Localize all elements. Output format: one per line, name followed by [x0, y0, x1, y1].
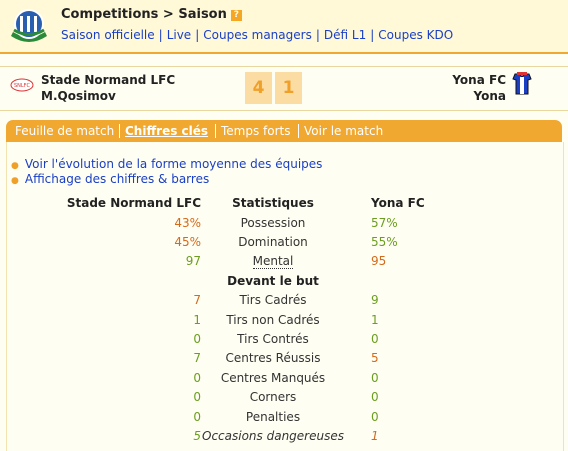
stat-label: Penalties	[245, 410, 301, 424]
nav-link-coupes-kdo[interactable]: Coupes KDO	[378, 28, 453, 42]
tab-voir-le-match[interactable]: Voir le match	[304, 124, 383, 138]
stat-label: Tirs Contrés	[237, 332, 309, 346]
tab-chiffres-cles[interactable]: Chiffres clés	[125, 124, 208, 138]
stat-row-possession: 43% Possession 57%	[0, 216, 568, 235]
breadcrumb: Competitions > Saison	[61, 7, 227, 22]
away-value: 0	[371, 332, 379, 346]
page-title: Competitions > Saison?	[61, 7, 242, 22]
stat-row-tirs-contres: 0 Tirs Contrés 0	[0, 332, 568, 351]
stat-row-corners: 0 Corners 0	[0, 390, 568, 409]
mental-tooltip-label[interactable]: Mental	[252, 254, 294, 269]
home-value: 45%	[174, 235, 201, 249]
stat-label: Possession	[240, 216, 306, 230]
away-manager-name[interactable]: Yona	[474, 89, 506, 103]
home-value: 7	[193, 293, 201, 307]
home-value: 0	[193, 410, 201, 424]
away-team-jersey-icon	[512, 72, 532, 95]
stat-row-penalties: 0 Penalties 0	[0, 410, 568, 429]
away-value: 0	[371, 390, 379, 404]
stat-label: Tirs non Cadrés	[226, 313, 320, 327]
link-forme-moyenne[interactable]: ● Voir l'évolution de la forme moyenne de…	[11, 157, 322, 171]
home-value: 43%	[174, 216, 201, 230]
section-title: Devant le but	[227, 274, 319, 288]
stat-row-mental: 97 Mental 95	[0, 254, 568, 273]
column-header-home: Stade Normand LFC	[66, 196, 201, 210]
away-value: 0	[371, 371, 379, 385]
away-team-name[interactable]: Yona FC	[452, 73, 506, 87]
nav-separator: |	[195, 28, 200, 42]
nav-separator: |	[315, 28, 320, 42]
nav-separator: |	[370, 28, 375, 42]
nav-link-defi-l1[interactable]: Défi L1	[324, 28, 366, 42]
away-value: 1	[371, 313, 379, 327]
stat-row-centres-manques: 0 Centres Manqués 0	[0, 371, 568, 390]
stat-label: Corners	[249, 390, 297, 404]
nav-separator: |	[158, 28, 163, 42]
home-team-logo-icon: SNLFC	[10, 78, 34, 92]
tab-separator	[119, 124, 120, 138]
home-team-logo-text: SNLFC	[14, 83, 31, 89]
home-value: 1	[193, 313, 201, 327]
home-value: 5	[193, 429, 201, 443]
stat-row-occasions-dangereuses: 5 Occasions dangereuses 1	[0, 429, 568, 448]
stat-label: Domination	[238, 235, 308, 249]
away-value: 5	[371, 351, 379, 365]
scoreboard: SNLFC Stade Normand LFC M.Qosimov 4 1 Yo…	[0, 66, 568, 111]
away-value: 1	[371, 429, 379, 443]
tab-temps-forts[interactable]: Temps forts	[221, 124, 291, 138]
stat-label: Occasions dangereuses	[202, 429, 344, 443]
help-icon[interactable]: ?	[230, 10, 242, 21]
stat-label: Centres Manqués	[220, 371, 326, 385]
home-value: 0	[193, 390, 201, 404]
column-header-stat: Statistiques	[232, 196, 314, 210]
home-value: 97	[185, 254, 201, 268]
stat-row-tirs-cadres: 7 Tirs Cadrés 9	[0, 293, 568, 312]
stat-row-centres-reussis: 7 Centres Réussis 5	[0, 351, 568, 370]
link-chiffres-barres-label[interactable]: Affichage des chiffres & barres	[25, 172, 209, 186]
away-score: 1	[275, 72, 302, 104]
home-team-name[interactable]: Stade Normand LFC	[41, 73, 175, 87]
tab-separator	[215, 124, 216, 138]
home-score: 4	[245, 72, 272, 104]
away-value: 55%	[371, 235, 398, 249]
stat-row-domination: 45% Domination 55%	[0, 235, 568, 254]
stat-label: Mental	[202, 254, 344, 269]
home-value: 7	[193, 351, 201, 365]
nav-link-coupes-managers[interactable]: Coupes managers	[203, 28, 312, 42]
club-crest-icon	[11, 9, 47, 42]
home-manager-name[interactable]: M.Qosimov	[41, 89, 116, 103]
header-bar: Competitions > Saison? Saison officielle…	[0, 0, 568, 54]
tab-separator	[298, 124, 299, 138]
nav-link-saison-officielle[interactable]: Saison officielle	[61, 28, 155, 42]
nav-link-live[interactable]: Live	[167, 28, 192, 42]
home-value: 0	[193, 371, 201, 385]
home-value: 0	[193, 332, 201, 346]
bullet-icon: ●	[11, 161, 19, 171]
tab-feuille-de-match[interactable]: Feuille de match	[15, 124, 114, 138]
away-value: 0	[371, 410, 379, 424]
bullet-icon: ●	[11, 176, 19, 186]
stat-row-tirs-non-cadres: 1 Tirs non Cadrés 1	[0, 313, 568, 332]
link-chiffres-barres[interactable]: ● Affichage des chiffres & barres	[11, 172, 209, 186]
top-nav: Saison officielle | Live | Coupes managers | D…	[61, 28, 453, 42]
stat-label: Centres Réussis	[225, 351, 321, 365]
away-value: 57%	[371, 216, 398, 230]
away-value: 95	[371, 254, 387, 268]
away-value: 9	[371, 293, 379, 307]
column-header-away: Yona FC	[371, 196, 425, 210]
tab-bar: Feuille de match Chiffres clés Temps for…	[6, 120, 562, 142]
stat-label: Tirs Cadrés	[239, 293, 307, 307]
link-forme-moyenne-label[interactable]: Voir l'évolution de la forme moyenne des…	[25, 157, 323, 171]
